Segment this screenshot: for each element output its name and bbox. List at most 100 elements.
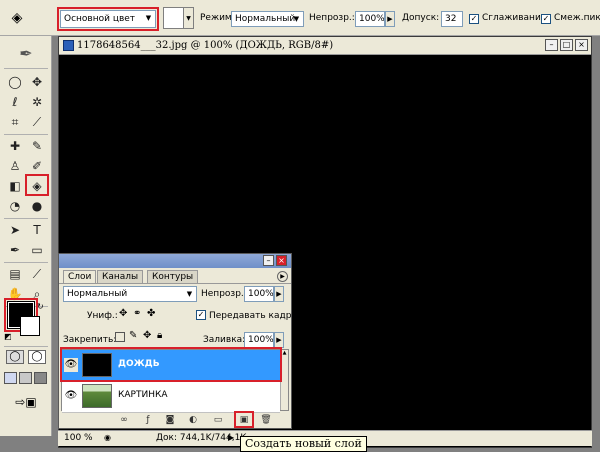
- quick-mask-button[interactable]: ◯: [28, 350, 46, 364]
- layer-thumbnail: [82, 353, 112, 377]
- hand-tool-icon[interactable]: ✋: [5, 284, 25, 304]
- close-button[interactable]: ×: [575, 39, 588, 51]
- layer-opacity-value: 100%: [248, 289, 274, 299]
- zoom-tool-icon[interactable]: ⌕: [27, 284, 47, 304]
- background-color-swatch[interactable]: [20, 316, 40, 336]
- panel-menu-button[interactable]: ▶: [277, 271, 288, 282]
- layer-name: КАРТИНКА: [118, 390, 168, 400]
- screen-mode-menubar-icon[interactable]: [19, 372, 32, 384]
- unify-label: Униф.:: [87, 311, 118, 321]
- mode-label: Режим:: [200, 13, 235, 23]
- move-tool-icon[interactable]: ✥: [27, 72, 47, 92]
- new-layer-icon[interactable]: ▣: [237, 414, 251, 426]
- marquee-tool-icon[interactable]: ◯: [5, 72, 25, 92]
- healing-brush-tool-icon[interactable]: ✚: [5, 136, 25, 156]
- chevron-down-icon: ▼: [186, 290, 193, 298]
- swap-colors-icon[interactable]: ↻: [37, 302, 47, 312]
- adjustment-layer-icon[interactable]: ◐: [186, 414, 200, 426]
- lock-image-icon[interactable]: ✎: [129, 330, 137, 341]
- propagate-frame-label: Передавать кадр 1: [209, 311, 300, 321]
- eyedropper-tool-icon[interactable]: ⟋: [27, 264, 47, 284]
- pattern-dropdown-button[interactable]: ▼: [184, 7, 194, 29]
- opacity-input[interactable]: 100%: [355, 11, 385, 27]
- status-menu-icon[interactable]: ◉: [104, 433, 114, 443]
- blur-tool-icon[interactable]: ◔: [5, 196, 25, 216]
- status-expand-icon[interactable]: ▶: [228, 433, 234, 442]
- jump-to-imageready-icon[interactable]: ⇨▣: [8, 394, 44, 410]
- contiguous-checkbox[interactable]: ✓: [541, 14, 551, 24]
- layer-style-icon[interactable]: ƒ: [141, 414, 155, 426]
- paint-bucket-tool-icon[interactable]: ◈: [27, 176, 47, 196]
- panel-close-button[interactable]: ×: [276, 255, 287, 266]
- new-group-icon[interactable]: ▭: [211, 414, 225, 426]
- layers-panel: – × Слои Каналы Контуры ▶ Нормальный ▼ Н…: [58, 253, 300, 429]
- mode-value: Нормальный: [235, 14, 296, 24]
- mode-select[interactable]: Нормальный ▼: [231, 11, 304, 27]
- fill-slider-button[interactable]: ▶: [274, 332, 284, 348]
- lock-transparency-icon[interactable]: [115, 332, 125, 342]
- fill-input[interactable]: 100%: [244, 332, 274, 348]
- lasso-tool-icon[interactable]: ℓ: [5, 92, 25, 112]
- history-brush-tool-icon[interactable]: ✐: [27, 156, 47, 176]
- brush-tool-icon[interactable]: ✎: [27, 136, 47, 156]
- layer-thumbnail: [82, 384, 112, 408]
- layer-list: 👁︎ ДОЖДЬ 👁︎ КАРТИНКА ▲: [61, 349, 289, 413]
- paint-bucket-preset-icon[interactable]: ◈: [6, 8, 28, 28]
- layer-opacity-input[interactable]: 100%: [244, 286, 274, 302]
- opacity-value: 100%: [359, 14, 385, 24]
- tab-paths[interactable]: Контуры: [147, 270, 199, 283]
- type-tool-icon[interactable]: T: [27, 220, 47, 240]
- layer-list-scrollbar[interactable]: ▲: [280, 350, 288, 410]
- maximize-button[interactable]: □: [560, 39, 573, 51]
- adobe-feather-icon: ✒: [19, 44, 33, 63]
- link-layers-icon[interactable]: ∞: [117, 414, 131, 426]
- dodge-tool-icon[interactable]: ●: [27, 196, 47, 216]
- opacity-slider-button[interactable]: ▶: [385, 11, 395, 27]
- options-bar: ◈ Основной цвет ▼ ▼ Режим: Нормальный ▼ …: [0, 0, 600, 36]
- pattern-swatch[interactable]: [163, 7, 184, 29]
- delete-layer-icon[interactable]: 🗑︎: [259, 414, 273, 426]
- layer-opacity-label: Непрозр.:: [201, 289, 247, 299]
- slice-tool-icon[interactable]: ⟋: [27, 112, 47, 132]
- layer-mask-icon[interactable]: ◙: [163, 414, 177, 426]
- shape-tool-icon[interactable]: ▭: [27, 240, 47, 260]
- fill-source-select[interactable]: Основной цвет ▼: [60, 10, 156, 28]
- layer-blend-mode-select[interactable]: Нормальный ▼: [63, 286, 197, 302]
- clone-stamp-tool-icon[interactable]: ♙: [5, 156, 25, 176]
- panel-minimize-button[interactable]: –: [263, 255, 274, 266]
- propagate-frame-checkbox[interactable]: ✓: [196, 310, 206, 320]
- visibility-eye-icon[interactable]: 👁︎: [64, 389, 78, 403]
- fill-value: 100%: [248, 335, 274, 345]
- default-colors-icon[interactable]: ◩: [4, 332, 14, 342]
- layer-row-rain[interactable]: 👁︎ ДОЖДЬ: [62, 350, 280, 382]
- lock-position-icon[interactable]: ✥: [143, 330, 151, 341]
- antialias-label: Сглаживание: [482, 13, 547, 23]
- screen-mode-standard-icon[interactable]: [4, 372, 17, 384]
- document-title-bar[interactable]: 1178648564___32.jpg @ 100% (ДОЖДЬ, RGB/8…: [59, 37, 591, 55]
- standard-mode-button[interactable]: ◯: [6, 350, 24, 364]
- layers-panel-title-bar[interactable]: [59, 254, 291, 268]
- blend-mode-value: Нормальный: [67, 289, 128, 299]
- layer-opacity-slider-button[interactable]: ▶: [274, 286, 284, 302]
- unify-visibility-icon[interactable]: ⚭: [133, 308, 141, 319]
- tab-layers[interactable]: Слои: [63, 270, 97, 283]
- pen-tool-icon[interactable]: ✒: [5, 240, 25, 260]
- fill-source-value: Основной цвет: [64, 14, 136, 24]
- path-selection-tool-icon[interactable]: ➤: [5, 220, 25, 240]
- new-layer-tooltip: Создать новый слой: [240, 436, 367, 452]
- visibility-eye-icon[interactable]: 👁︎: [64, 358, 78, 372]
- notes-tool-icon[interactable]: ▤: [5, 264, 25, 284]
- zoom-level[interactable]: 100 %: [64, 433, 93, 443]
- crop-tool-icon[interactable]: ⌗: [5, 112, 25, 132]
- minimize-button[interactable]: –: [545, 39, 558, 51]
- eraser-tool-icon[interactable]: ◧: [5, 176, 25, 196]
- unify-position-icon[interactable]: ✥: [119, 308, 127, 319]
- tab-channels[interactable]: Каналы: [97, 270, 144, 283]
- magic-wand-tool-icon[interactable]: ✲: [27, 92, 47, 112]
- unify-style-icon[interactable]: ✤: [147, 308, 155, 319]
- layer-row-picture[interactable]: 👁︎ КАРТИНКА: [62, 381, 280, 413]
- antialias-checkbox[interactable]: ✓: [469, 14, 479, 24]
- tolerance-input[interactable]: 32: [441, 11, 463, 27]
- screen-mode-full-icon[interactable]: [34, 372, 47, 384]
- lock-all-icon[interactable]: 🔒︎: [157, 330, 162, 341]
